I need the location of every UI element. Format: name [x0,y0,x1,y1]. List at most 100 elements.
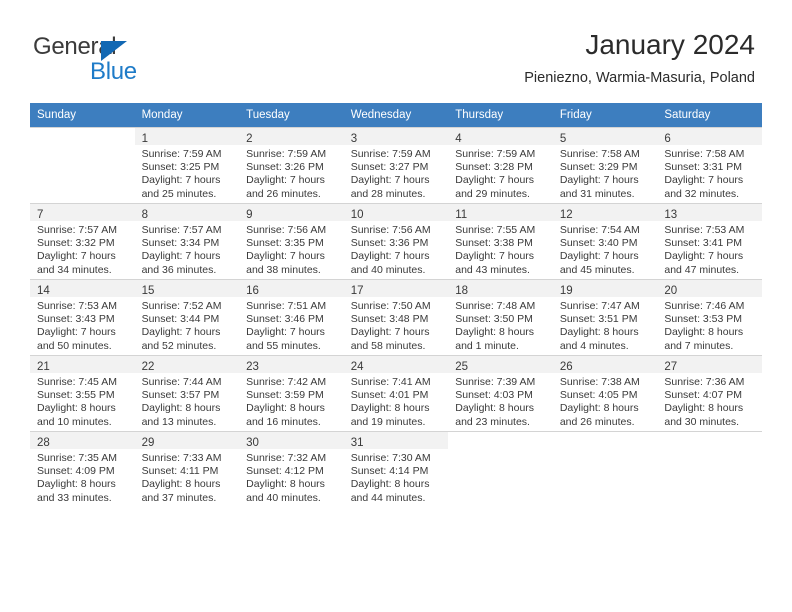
sunset-text: Sunset: 3:35 PM [246,237,324,250]
calendar-day-cell[interactable]: 22 Sunrise: 7:44 AM Sunset: 3:57 PM Dayligh… [134,355,240,431]
calendar-day-cell[interactable]: 13 Sunrise: 7:53 AM Sunset: 3:41 PM Dayligh… [657,203,762,279]
calendar-day-cell[interactable]: 30 Sunrise: 7:32 AM Sunset: 4:12 PM Dayligh… [239,431,344,507]
sunrise-text: Sunrise: 7:55 AM [455,224,536,236]
sunset-text: Sunset: 3:55 PM [37,389,115,402]
sunrise-text: Sunrise: 7:45 AM [37,376,117,388]
daylight-text-line1: Daylight: 7 hours [141,250,221,263]
daylight-text-line1: Daylight: 7 hours [141,174,221,187]
daylight-text-line1: Daylight: 8 hours [664,326,744,339]
calendar-day-cell[interactable]: 9 Sunrise: 7:56 AM Sunset: 3:35 PM Daylight… [239,203,344,279]
daylight-text-line1: Daylight: 8 hours [559,326,639,339]
calendar-day-cell[interactable]: 27 Sunrise: 7:36 AM Sunset: 4:07 PM Dayligh… [657,355,762,431]
sunset-text: Sunset: 3:50 PM [455,313,533,326]
calendar-day-cell-empty [30,127,135,203]
day-number: 12 [559,209,573,221]
calendar-day-cell[interactable]: 23 Sunrise: 7:42 AM Sunset: 3:59 PM Dayligh… [239,355,344,431]
sunrise-text: Sunrise: 7:59 AM [141,148,222,160]
day-number: 10 [350,209,364,221]
calendar-day-cell[interactable]: 21 Sunrise: 7:45 AM Sunset: 3:55 PM Dayligh… [30,355,135,431]
sunset-text: Sunset: 3:44 PM [141,313,220,326]
sunset-text: Sunset: 3:41 PM [664,237,743,250]
daylight-text-line2: and 10 minutes. [37,415,112,428]
calendar-week-row: 14 Sunrise: 7:53 AM Sunset: 3:43 PM Dayligh… [30,279,762,355]
calendar-day-cell[interactable]: 10 Sunrise: 7:56 AM Sunset: 3:36 PM Dayligh… [343,203,449,279]
sunrise-text: Sunrise: 7:50 AM [350,300,431,312]
day-number: 7 [37,209,44,221]
daylight-text-line1: Daylight: 8 hours [664,402,744,415]
daylight-text-line1: Daylight: 8 hours [141,402,221,415]
sunrise-text: Sunrise: 7:33 AM [141,452,222,464]
sunset-text: Sunset: 4:09 PM [37,465,115,478]
general-blue-logo[interactable]: General Blue [33,33,213,85]
day-number: 1 [141,133,148,145]
calendar-day-cell[interactable]: 8 Sunrise: 7:57 AM Sunset: 3:34 PM Daylight… [134,203,240,279]
sunset-text: Sunset: 4:03 PM [455,389,533,402]
weekday-header-sunday: Sunday [30,103,135,127]
daylight-text-line2: and 13 minutes. [141,415,217,428]
sunrise-text: Sunrise: 7:57 AM [37,224,117,236]
calendar-day-cell[interactable]: 14 Sunrise: 7:53 AM Sunset: 3:43 PM Dayligh… [30,279,135,355]
sunset-text: Sunset: 3:25 PM [141,161,220,174]
calendar-day-cell[interactable]: 31 Sunrise: 7:30 AM Sunset: 4:14 PM Dayligh… [343,431,449,507]
day-number: 20 [664,285,678,297]
sunset-text: Sunset: 3:38 PM [455,237,533,250]
calendar-day-cell[interactable]: 2 Sunrise: 7:59 AM Sunset: 3:26 PM Daylight… [239,127,344,203]
daylight-text-line2: and 26 minutes. [246,187,321,200]
daylight-text-line2: and 58 minutes. [350,339,426,352]
sunrise-text: Sunrise: 7:53 AM [37,300,117,312]
sunrise-text: Sunrise: 7:41 AM [350,376,431,388]
sunrise-text: Sunrise: 7:36 AM [664,376,745,388]
sunset-text: Sunset: 3:29 PM [559,161,638,174]
calendar-day-cell[interactable]: 20 Sunrise: 7:46 AM Sunset: 3:53 PM Dayligh… [657,279,762,355]
daylight-text-line1: Daylight: 7 hours [350,326,430,339]
day-number: 17 [350,285,364,297]
sunset-text: Sunset: 3:48 PM [350,313,429,326]
weekday-header-tuesday: Tuesday [239,103,344,127]
daylight-text-line1: Daylight: 7 hours [350,174,430,187]
daylight-text-line1: Daylight: 8 hours [350,478,430,491]
calendar-day-cell[interactable]: 25 Sunrise: 7:39 AM Sunset: 4:03 PM Dayligh… [448,355,553,431]
calendar-day-cell[interactable]: 11 Sunrise: 7:55 AM Sunset: 3:38 PM Dayligh… [448,203,553,279]
calendar-day-cell[interactable]: 3 Sunrise: 7:59 AM Sunset: 3:27 PM Daylight… [343,127,449,203]
calendar-day-cell[interactable]: 16 Sunrise: 7:51 AM Sunset: 3:46 PM Dayligh… [239,279,344,355]
calendar-day-cell[interactable]: 24 Sunrise: 7:41 AM Sunset: 4:01 PM Dayligh… [343,355,449,431]
calendar-day-cell[interactable]: 12 Sunrise: 7:54 AM Sunset: 3:40 PM Dayligh… [552,203,658,279]
calendar-day-cell[interactable]: 18 Sunrise: 7:48 AM Sunset: 3:50 PM Dayligh… [448,279,553,355]
daylight-text-line2: and 28 minutes. [350,187,426,200]
page-header: General Blue January 2024 Pieniezno, War… [0,0,792,103]
calendar-page: General Blue January 2024 Pieniezno, War… [0,0,792,612]
sunset-text: Sunset: 3:40 PM [559,237,638,250]
sunset-text: Sunset: 3:28 PM [455,161,533,174]
sunset-text: Sunset: 4:01 PM [350,389,429,402]
sunrise-text: Sunrise: 7:46 AM [664,300,745,312]
calendar-day-cell[interactable]: 1 Sunrise: 7:59 AM Sunset: 3:25 PM Daylight… [134,127,240,203]
sunrise-text: Sunrise: 7:59 AM [350,148,431,160]
daylight-text-line1: Daylight: 7 hours [37,326,116,339]
calendar-day-cell[interactable]: 7 Sunrise: 7:57 AM Sunset: 3:32 PM Daylight… [30,203,135,279]
sunset-text: Sunset: 3:53 PM [664,313,743,326]
calendar-day-cell[interactable]: 15 Sunrise: 7:52 AM Sunset: 3:44 PM Dayligh… [134,279,240,355]
weekday-header-saturday: Saturday [657,103,762,127]
day-number: 5 [559,133,567,145]
daylight-text-line1: Daylight: 7 hours [350,250,430,263]
calendar-day-cell[interactable]: 6 Sunrise: 7:58 AM Sunset: 3:31 PM Daylight… [657,127,762,203]
sunset-text: Sunset: 4:12 PM [246,465,324,478]
calendar-day-cell[interactable]: 4 Sunrise: 7:59 AM Sunset: 3:28 PM Daylight… [448,127,553,203]
sunrise-text: Sunrise: 7:53 AM [664,224,745,236]
calendar-day-cell[interactable]: 17 Sunrise: 7:50 AM Sunset: 3:48 PM Dayligh… [343,279,449,355]
daylight-text-line1: Daylight: 7 hours [246,174,325,187]
daylight-text-line2: and 32 minutes. [664,187,740,200]
daylight-text-line1: Daylight: 8 hours [455,402,535,415]
sunset-text: Sunset: 4:14 PM [350,465,429,478]
calendar-day-cell[interactable]: 26 Sunrise: 7:38 AM Sunset: 4:05 PM Dayligh… [552,355,658,431]
calendar-day-cell[interactable]: 29 Sunrise: 7:33 AM Sunset: 4:11 PM Dayligh… [134,431,240,507]
sunset-text: Sunset: 3:31 PM [664,161,743,174]
sunrise-text: Sunrise: 7:30 AM [350,452,431,464]
day-number: 30 [246,437,259,449]
calendar-day-cell[interactable]: 19 Sunrise: 7:47 AM Sunset: 3:51 PM Dayligh… [552,279,658,355]
sunset-text: Sunset: 3:46 PM [246,313,324,326]
day-number: 31 [350,437,364,449]
calendar-day-cell[interactable]: 28 Sunrise: 7:35 AM Sunset: 4:09 PM Dayligh… [30,431,135,507]
calendar-day-cell[interactable]: 5 Sunrise: 7:58 AM Sunset: 3:29 PM Daylight… [552,127,658,203]
day-number: 8 [141,209,148,221]
